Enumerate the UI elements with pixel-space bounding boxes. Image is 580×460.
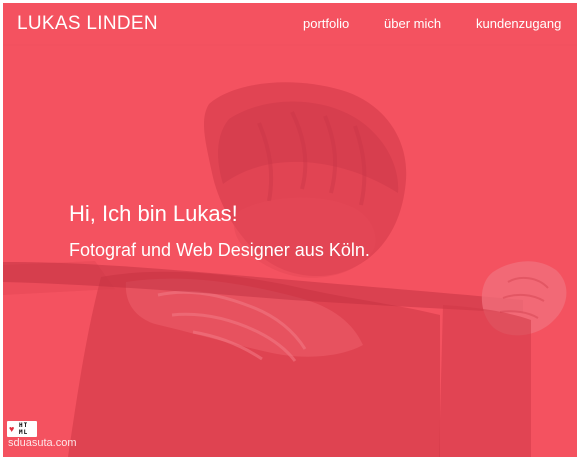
html-badge-text-bottom: ML bbox=[19, 429, 29, 436]
watermark: sduasuta.com bbox=[8, 437, 77, 449]
hero-subline: Fotograf und Web Designer aus Köln. bbox=[69, 240, 370, 260]
hero-headline: Hi, Ich bin Lukas! bbox=[69, 201, 238, 226]
nav-link-about[interactable]: über mich bbox=[384, 16, 441, 31]
site-header: LUKAS LINDEN portfolio über mich kundenz… bbox=[3, 3, 577, 47]
html-badge-text-top: HT bbox=[19, 422, 29, 429]
page: LUKAS LINDEN portfolio über mich kundenz… bbox=[0, 0, 580, 460]
site-logo[interactable]: LUKAS LINDEN bbox=[17, 13, 158, 35]
html-badge-text: HT ML bbox=[19, 422, 35, 436]
nav-link-portfolio[interactable]: portfolio bbox=[303, 16, 349, 31]
hero-color-overlay bbox=[3, 3, 577, 457]
hero-section: LUKAS LINDEN portfolio über mich kundenz… bbox=[3, 3, 577, 457]
nav-link-client-access[interactable]: kundenzugang bbox=[476, 16, 561, 31]
heart-icon: ♥ bbox=[9, 424, 15, 434]
html-badge: ♥ HT ML bbox=[7, 421, 37, 437]
